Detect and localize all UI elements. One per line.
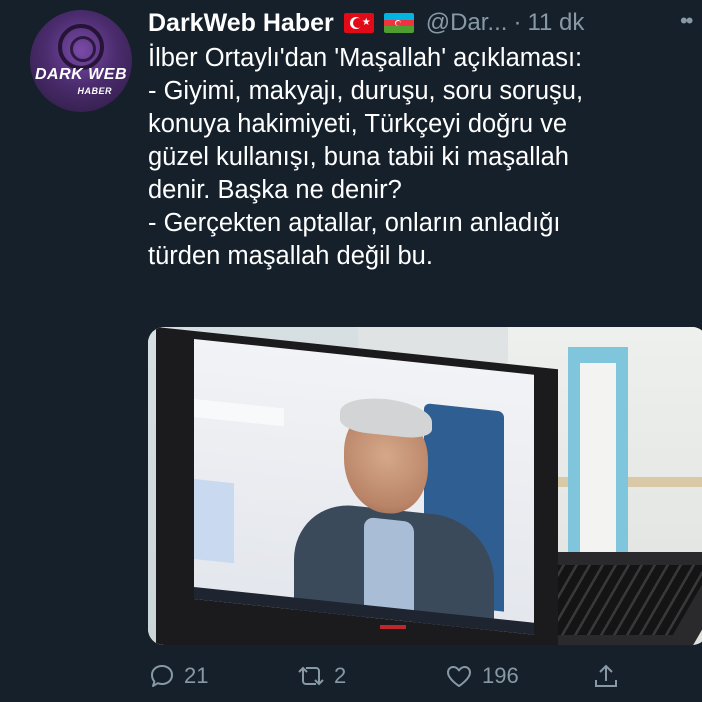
tweet-text-line: türden maşallah değil bu.: [148, 242, 433, 270]
tweet-text-line: - Gerçekten aptallar, onların anladığı: [148, 209, 561, 237]
heart-icon: [447, 666, 471, 687]
header-separator: ·: [513, 9, 522, 36]
azerbaijan-flag-icon: [383, 13, 414, 33]
tweet-header: DarkWeb Haber ★ @Dar... · 11 dk: [148, 6, 702, 40]
share-icon: [595, 664, 617, 687]
photo-laptop-screen: [194, 339, 534, 635]
tweet-text: İlber Ortaylı'dan 'Maşallah' açıklaması:…: [148, 42, 688, 273]
share-button[interactable]: [592, 662, 620, 690]
tweet-text-line: İlber Ortaylı'dan 'Maşallah' açıklaması:: [148, 44, 583, 72]
reply-icon: [151, 665, 173, 687]
photo-screen-shelf: [194, 399, 284, 427]
retweet-icon: [298, 666, 324, 686]
avatar-brand-text: DARK WEB: [35, 66, 127, 83]
tweet-timestamp[interactable]: 11 dk: [527, 9, 584, 37]
retweet-button[interactable]: 2: [296, 662, 346, 690]
tweet-text-line: konuya hakimiyeti, Türkçeyi doğru ve: [148, 110, 568, 138]
retweet-count: 2: [334, 663, 347, 688]
more-options-icon[interactable]: ••: [680, 8, 693, 34]
tweet-media-photo[interactable]: [148, 327, 702, 645]
tweet-actions: 21 2 196: [148, 662, 628, 698]
turkey-flag-icon: ★: [343, 13, 374, 33]
reply-count: 21: [184, 663, 209, 688]
tweet-text-line: güzel kullanışı, buna tabii ki maşallah: [148, 143, 569, 171]
avatar-logo-inner-icon: [70, 36, 96, 62]
tweet-text-line: denir. Başka ne denir?: [148, 176, 402, 204]
avatar-brand-subtext: HABER: [77, 86, 112, 96]
author-handle[interactable]: @Dar...: [426, 9, 508, 37]
photo-screen-background: [194, 479, 234, 564]
tweet-text-line: - Giyimi, makyajı, duruşu, soru soruşu,: [148, 77, 584, 105]
photo-laptop-logo: [380, 625, 406, 629]
like-button[interactable]: 196: [444, 662, 519, 690]
photo-door-opening: [580, 363, 616, 557]
avatar[interactable]: DARK WEB HABER: [30, 10, 132, 112]
author-name[interactable]: DarkWeb Haber: [148, 9, 334, 38]
like-count: 196: [482, 663, 519, 688]
tweet[interactable]: DARK WEB HABER DarkWeb Haber ★ @Dar... ·…: [0, 0, 702, 702]
reply-button[interactable]: 21: [148, 662, 208, 690]
